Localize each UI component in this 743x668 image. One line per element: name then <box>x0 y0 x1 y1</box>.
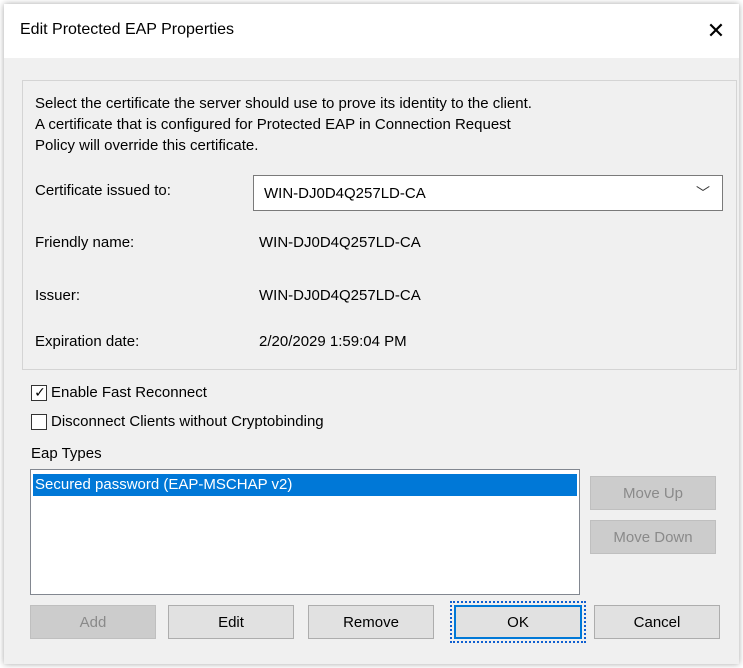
chevron-down-icon: ﹀ <box>696 185 710 201</box>
description-line-2: A certificate that is configured for Pro… <box>35 116 511 133</box>
eap-types-list[interactable]: Secured password (EAP-MSCHAP v2) <box>30 469 580 595</box>
dialog-title: Edit Protected EAP Properties <box>20 21 235 38</box>
fast-reconnect-label: Enable Fast Reconnect <box>51 384 207 401</box>
close-icon[interactable]: ✕ <box>693 4 739 58</box>
edit-button[interactable]: Edit <box>168 605 294 639</box>
eap-types-label: Eap Types <box>31 445 102 462</box>
cancel-button[interactable]: Cancel <box>594 605 720 639</box>
fast-reconnect-box[interactable]: ✓ <box>31 383 47 401</box>
title-bar: Edit Protected EAP Properties ✕ <box>4 4 739 58</box>
move-up-button[interactable]: Move Up <box>590 476 716 510</box>
remove-button[interactable]: Remove <box>308 605 434 639</box>
eap-properties-dialog: Edit Protected EAP Properties ✕ Select t… <box>4 4 739 664</box>
cryptobinding-label: Disconnect Clients without Cryptobinding <box>51 413 324 430</box>
issuer-label: Issuer: <box>35 287 81 304</box>
certificate-description: Select the certificate the server should… <box>35 93 715 156</box>
ok-button[interactable]: OK <box>454 605 582 639</box>
cryptobinding-checkbox[interactable]: Disconnect Clients without Cryptobinding <box>31 413 324 430</box>
description-line-3: Policy will override this certificate. <box>35 137 259 154</box>
move-down-button[interactable]: Move Down <box>590 520 716 554</box>
certificate-select-value: WIN-DJ0D4Q257LD-CA <box>264 185 426 202</box>
certificate-select[interactable]: WIN-DJ0D4Q257LD-CA ﹀ <box>253 175 723 211</box>
issued-to-label: Certificate issued to: <box>35 182 171 199</box>
friendly-name-value: WIN-DJ0D4Q257LD-CA <box>259 234 421 251</box>
list-item[interactable]: Secured password (EAP-MSCHAP v2) <box>33 474 577 496</box>
friendly-name-label: Friendly name: <box>35 234 135 251</box>
certificate-group: Select the certificate the server should… <box>22 80 737 370</box>
checkmark-icon: ✓ <box>34 383 46 400</box>
fast-reconnect-checkbox[interactable]: ✓ Enable Fast Reconnect <box>31 384 207 401</box>
add-button[interactable]: Add <box>30 605 156 639</box>
issuer-value: WIN-DJ0D4Q257LD-CA <box>259 287 421 304</box>
description-line-1: Select the certificate the server should… <box>35 95 532 112</box>
cryptobinding-box[interactable] <box>31 413 47 430</box>
expiration-value: 2/20/2029 1:59:04 PM <box>259 333 407 350</box>
expiration-label: Expiration date: <box>35 333 140 350</box>
